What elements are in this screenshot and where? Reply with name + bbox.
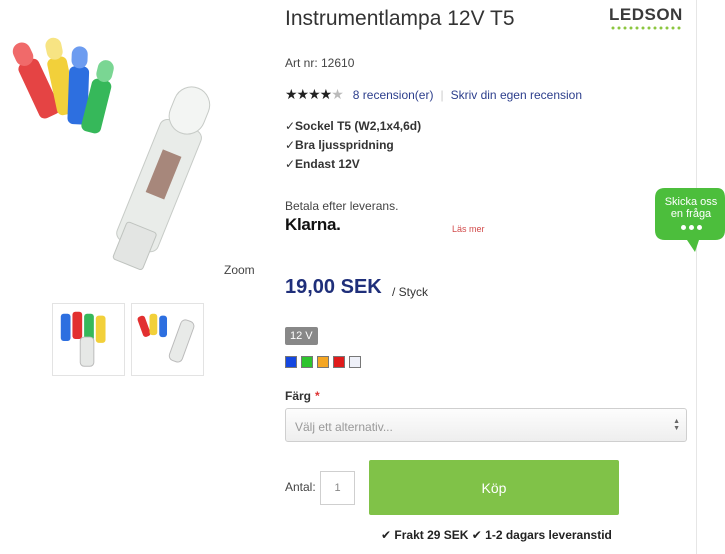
price-unit: / Styck	[392, 285, 429, 299]
article-number: Art nr: 12610	[285, 56, 355, 70]
voltage-option[interactable]: 12 V	[285, 327, 318, 345]
separator: |	[440, 87, 444, 102]
rating-summary: ★★★★★ 8 recension(er) | Skriv din egen r…	[285, 86, 582, 103]
payment-info: Betala efter leverans.	[285, 199, 399, 213]
product-title: Instrumentlampa 12V T5	[285, 7, 515, 30]
brand-logo[interactable]: LEDSON	[609, 5, 687, 33]
reviews-link[interactable]: 8 recension(er)	[353, 88, 434, 102]
feature-item: ✓Bra ljusspridning	[285, 138, 394, 152]
color-swatch-red[interactable]	[333, 356, 345, 368]
color-swatches	[285, 356, 361, 368]
quantity-label: Antal:	[285, 480, 316, 494]
zoom-link[interactable]: Zoom	[224, 263, 255, 277]
select-arrows-icon: ▲ ▼	[673, 418, 680, 432]
write-review-link[interactable]: Skriv din egen recension	[451, 88, 582, 102]
feature-item: ✓Sockel T5 (W2,1x4,6d)	[285, 119, 422, 133]
shipping-info: ✔ Frakt 29 SEK ✔ 1-2 dagars leveranstid	[381, 528, 612, 542]
required-mark: *	[315, 389, 320, 403]
product-price: 19,00 SEK	[285, 276, 382, 298]
quantity-input[interactable]: 1	[320, 471, 355, 505]
read-more-link[interactable]: Läs mer	[452, 224, 485, 234]
rating-stars-icon: ★★★★★	[285, 86, 344, 102]
feature-list: ✓Sockel T5 (W2,1x4,6d) ✓Bra ljusspridnin…	[285, 117, 421, 174]
chat-label[interactable]: Skicka oss en fråga	[655, 196, 725, 220]
color-swatch-amber[interactable]	[317, 356, 329, 368]
product-main-image[interactable]	[0, 20, 260, 285]
color-swatch-blue[interactable]	[285, 356, 297, 368]
thumbnail-2[interactable]	[131, 303, 204, 376]
feature-item: ✓Endast 12V	[285, 157, 360, 171]
color-select-placeholder: Välj ett alternativ...	[295, 420, 393, 434]
color-swatch-green[interactable]	[301, 356, 313, 368]
klarna-logo: Klarna.	[285, 215, 341, 234]
thumbnail-1[interactable]	[52, 303, 125, 376]
buy-button[interactable]: Köp	[369, 460, 619, 515]
chat-dots-icon	[681, 225, 702, 230]
color-select-label: Färg *	[285, 389, 320, 403]
page-divider	[696, 0, 697, 554]
color-select[interactable]: Välj ett alternativ... ▲ ▼	[285, 408, 687, 442]
color-swatch-white[interactable]	[349, 356, 361, 368]
